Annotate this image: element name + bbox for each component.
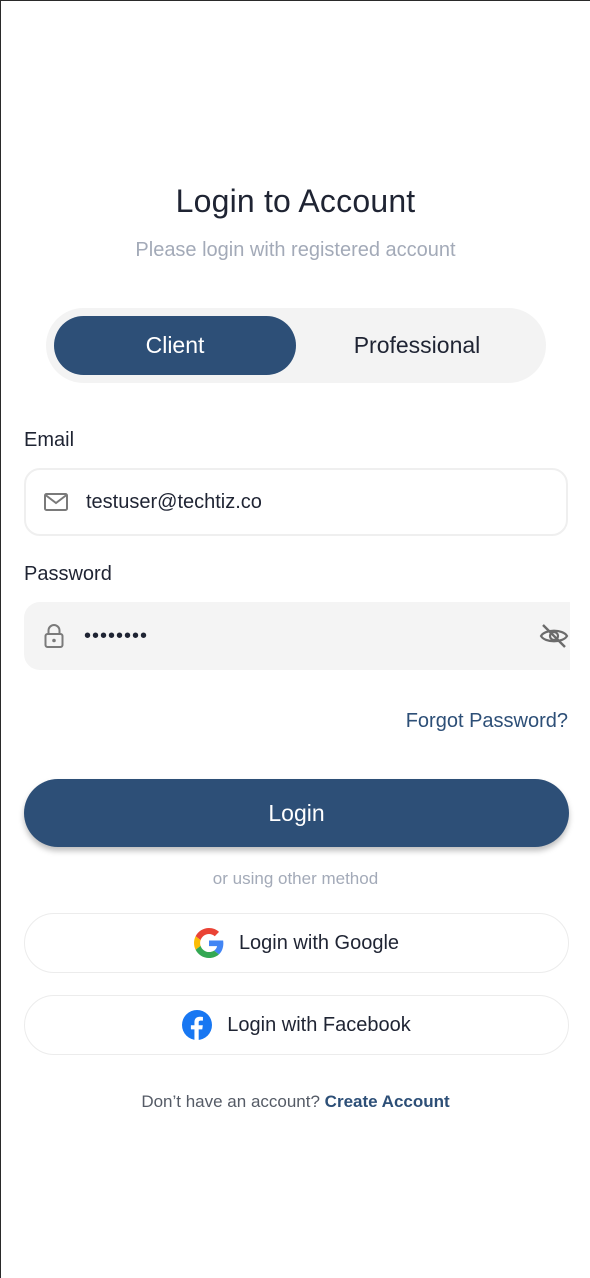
page-title: Login to Account xyxy=(175,183,416,219)
google-login-button[interactable]: Login with Google xyxy=(24,913,569,973)
password-field[interactable]: •••••••• xyxy=(24,602,570,670)
login-button[interactable]: Login xyxy=(24,779,569,847)
eye-off-icon[interactable] xyxy=(538,620,570,652)
google-login-label: Login with Google xyxy=(238,931,400,954)
facebook-icon xyxy=(182,1010,213,1040)
email-field[interactable] xyxy=(24,468,568,536)
password-input[interactable]: •••••••• xyxy=(84,625,484,648)
create-account-link[interactable]: Create Account xyxy=(325,1092,450,1111)
signup-row: Don’t have an account? Create Account xyxy=(1,1092,590,1112)
facebook-login-label: Login with Facebook xyxy=(227,1013,411,1036)
signup-prompt: Don’t have an account? xyxy=(141,1092,320,1111)
account-type-toggle: Client Professional xyxy=(46,308,546,383)
facebook-login-button[interactable]: Login with Facebook xyxy=(24,995,569,1055)
mail-icon xyxy=(44,493,68,511)
professional-tab[interactable]: Professional xyxy=(296,316,538,375)
email-label: Email xyxy=(24,429,75,451)
email-input[interactable] xyxy=(86,490,486,514)
divider-text: or using other method xyxy=(212,869,379,888)
page-subtitle: Please login with registered account xyxy=(135,239,456,261)
password-label: Password xyxy=(24,563,112,585)
login-screen: Login to Account Please login with regis… xyxy=(1,1,590,1278)
forgot-password-link[interactable]: Forgot Password? xyxy=(406,710,568,733)
client-tab[interactable]: Client xyxy=(54,316,296,375)
lock-icon xyxy=(44,624,64,648)
google-icon xyxy=(193,928,224,958)
